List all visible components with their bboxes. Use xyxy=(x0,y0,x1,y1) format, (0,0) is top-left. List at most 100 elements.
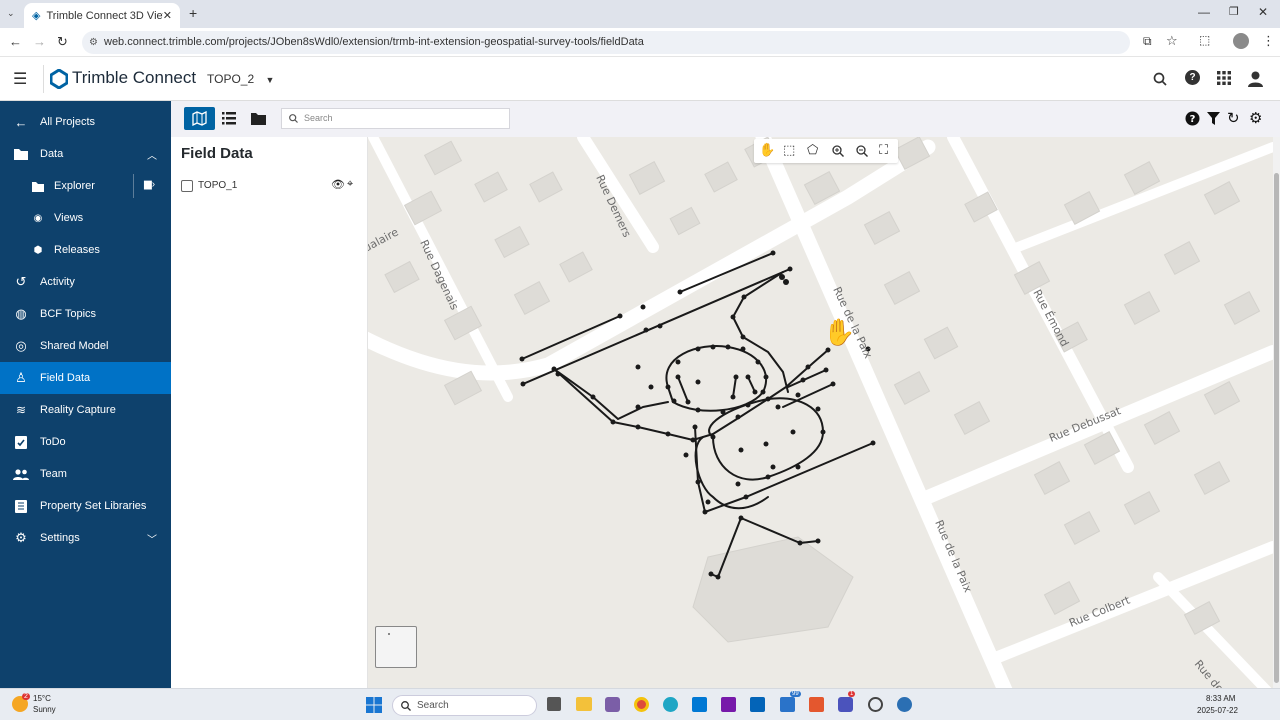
extensions-icon[interactable]: ⬚ xyxy=(1199,33,1210,47)
teams-icon[interactable] xyxy=(838,697,853,712)
street-label: Rue Émond xyxy=(1030,287,1071,348)
chrome-icon[interactable] xyxy=(634,697,649,712)
camera-icon: ◉ xyxy=(33,212,43,224)
sidebar-item-explorer[interactable]: Explorer ▆› xyxy=(0,170,171,202)
project-selector[interactable]: TOPO_2 ▼ xyxy=(207,72,274,86)
hamburger-menu-icon[interactable]: ☰ xyxy=(13,69,27,89)
sidebar-item-label: Reality Capture xyxy=(40,404,116,416)
browser-tab[interactable]: ◈ Trimble Connect 3D Viewer - Tr ✕ xyxy=(24,3,180,28)
user-account-icon[interactable] xyxy=(1247,70,1264,87)
rectangle-select-icon[interactable]: ⬚ xyxy=(783,142,795,158)
chevron-up-icon[interactable]: ︿ xyxy=(147,147,157,162)
apps-grid-icon[interactable] xyxy=(1217,71,1231,85)
site-info-icon[interactable]: ⚙ xyxy=(89,31,98,54)
search-icon[interactable] xyxy=(1153,72,1167,86)
clock-time[interactable]: 8:33 AM xyxy=(1206,694,1235,703)
chevron-down-icon[interactable]: ﹀ xyxy=(147,531,157,546)
header-divider xyxy=(43,65,44,93)
minimap-thumbnail[interactable] xyxy=(375,626,417,668)
pan-tool-icon[interactable]: ✋ xyxy=(759,142,775,158)
refresh-icon[interactable]: ↻ xyxy=(1227,109,1240,127)
app-blue-icon[interactable] xyxy=(780,697,795,712)
sidebar-item-activity[interactable]: ↺ Activity xyxy=(0,266,171,298)
sidebar-item-label: Activity xyxy=(40,276,75,288)
sidebar-item-label: Settings xyxy=(40,532,80,544)
item-checkbox[interactable] xyxy=(181,180,193,192)
list-view-icon[interactable] xyxy=(222,112,236,125)
onenote-icon[interactable] xyxy=(721,697,736,712)
file-explorer-icon[interactable] xyxy=(576,697,592,711)
store-icon[interactable] xyxy=(692,697,707,712)
sidebar-item-field-data[interactable]: ♙ Field Data xyxy=(0,362,171,394)
road-southeast xyxy=(1153,572,1272,688)
eye-icon[interactable]: 👁 xyxy=(331,178,345,191)
restore-icon[interactable]: ❐ xyxy=(1229,5,1239,18)
sidebar-item-reality-capture[interactable]: ≋ Reality Capture xyxy=(0,394,171,426)
history-icon: ↺ xyxy=(15,274,27,289)
minimize-icon[interactable]: — xyxy=(1198,5,1210,19)
address-bar-row: ← → ↻ ⚙ web.connect.trimble.com/projects… xyxy=(0,28,1280,57)
bookmark-star-icon[interactable]: ☆ xyxy=(1166,33,1178,49)
folder-arrow-icon[interactable]: ▆› xyxy=(144,179,155,190)
browser-tab-bar: ⌄ ◈ Trimble Connect 3D Viewer - Tr ✕ + —… xyxy=(0,0,1280,28)
outlook-icon[interactable] xyxy=(750,697,765,712)
sidebar-item-views[interactable]: ◉ Views xyxy=(0,202,171,234)
locate-icon[interactable]: ⌖ xyxy=(347,178,353,191)
weather-temp: 15°C xyxy=(33,694,51,703)
help-circle-icon[interactable]: ? xyxy=(1185,111,1200,126)
profile-avatar[interactable] xyxy=(1233,33,1249,49)
sidebar-item-property-set-libraries[interactable]: Property Set Libraries xyxy=(0,490,171,522)
street-label: Rue de xyxy=(1192,658,1227,688)
settings-gear-icon[interactable]: ⚙ xyxy=(1249,109,1262,127)
forward-icon[interactable]: → xyxy=(33,34,46,49)
fullscreen-icon[interactable]: ⛶ xyxy=(879,142,888,158)
sidebar-item-settings[interactable]: ⚙ Settings ﹀ xyxy=(0,522,171,554)
sidebar-item-bcf-topics[interactable]: ◍ BCF Topics xyxy=(0,298,171,330)
panel-title: Field Data xyxy=(181,145,253,162)
task-view-icon[interactable] xyxy=(547,697,561,711)
browser-menu-icon[interactable]: ⋮ xyxy=(1262,33,1275,49)
new-tab-icon[interactable]: + xyxy=(189,5,197,21)
close-tab-icon[interactable]: ✕ xyxy=(163,9,172,22)
sidebar-item-label: All Projects xyxy=(40,116,96,128)
search-placeholder: Search xyxy=(304,113,333,123)
folder-view-icon[interactable] xyxy=(251,112,266,125)
sidebar-item-shared-model[interactable]: ◎ Shared Model xyxy=(0,330,171,362)
sidebar-item-data[interactable]: Data ︿ xyxy=(0,138,171,170)
clock-date[interactable]: 2025-07-22 xyxy=(1197,706,1238,715)
sidebar-item-releases[interactable]: ⬢ Releases xyxy=(0,234,171,266)
zoom-out-icon[interactable] xyxy=(856,145,868,157)
reload-icon[interactable]: ↻ xyxy=(57,34,68,50)
map-canvas[interactable]: Rue Demers Rue Dagenais Rue de la Paix R… xyxy=(368,137,1273,688)
help-icon[interactable]: ? xyxy=(1185,70,1200,85)
search-input[interactable]: Search xyxy=(281,108,510,129)
windows-start-icon[interactable] xyxy=(366,697,382,713)
project-name: TOPO_2 xyxy=(207,72,255,86)
sidebar-item-todo[interactable]: ToDo xyxy=(0,426,171,458)
sidebar: ← All Projects Data ︿ Explorer ▆› ◉ View… xyxy=(0,101,171,688)
url-field[interactable]: ⚙ web.connect.trimble.com/projects/JOben… xyxy=(82,31,1130,54)
filter-icon[interactable] xyxy=(1207,112,1220,125)
app-purple-icon[interactable] xyxy=(605,697,620,712)
edge-icon[interactable] xyxy=(663,697,678,712)
sidebar-item-all-projects[interactable]: ← All Projects xyxy=(0,106,171,138)
sidebar-item-team[interactable]: Team xyxy=(0,458,171,490)
app-name[interactable]: Trimble Connect xyxy=(72,68,196,88)
list-item[interactable]: TOPO_1 👁 ⌖ xyxy=(171,175,367,197)
map-scrollbar[interactable] xyxy=(1273,137,1280,688)
minimap-marker xyxy=(388,633,390,635)
taskbar-search[interactable]: Search xyxy=(392,695,537,716)
back-icon[interactable]: ← xyxy=(9,34,22,49)
map-view-button[interactable] xyxy=(184,107,215,130)
tab-list-icon[interactable]: ⌄ xyxy=(7,8,15,19)
sidebar-item-label: Team xyxy=(40,468,67,480)
close-window-icon[interactable]: ✕ xyxy=(1258,5,1268,19)
app-multicolor-icon[interactable] xyxy=(809,697,824,712)
os-taskbar: 2 15°C Sunny Search 99 1 8:33 AM 2025-07… xyxy=(0,688,1280,720)
zoom-in-icon[interactable] xyxy=(832,145,844,157)
app-gray-icon[interactable] xyxy=(868,697,883,712)
polygon-select-icon[interactable]: ⬠ xyxy=(807,142,818,158)
globe-app-icon[interactable] xyxy=(897,697,912,712)
install-app-icon[interactable]: ⧉ xyxy=(1143,34,1152,49)
scrollbar-thumb[interactable] xyxy=(1274,173,1279,683)
